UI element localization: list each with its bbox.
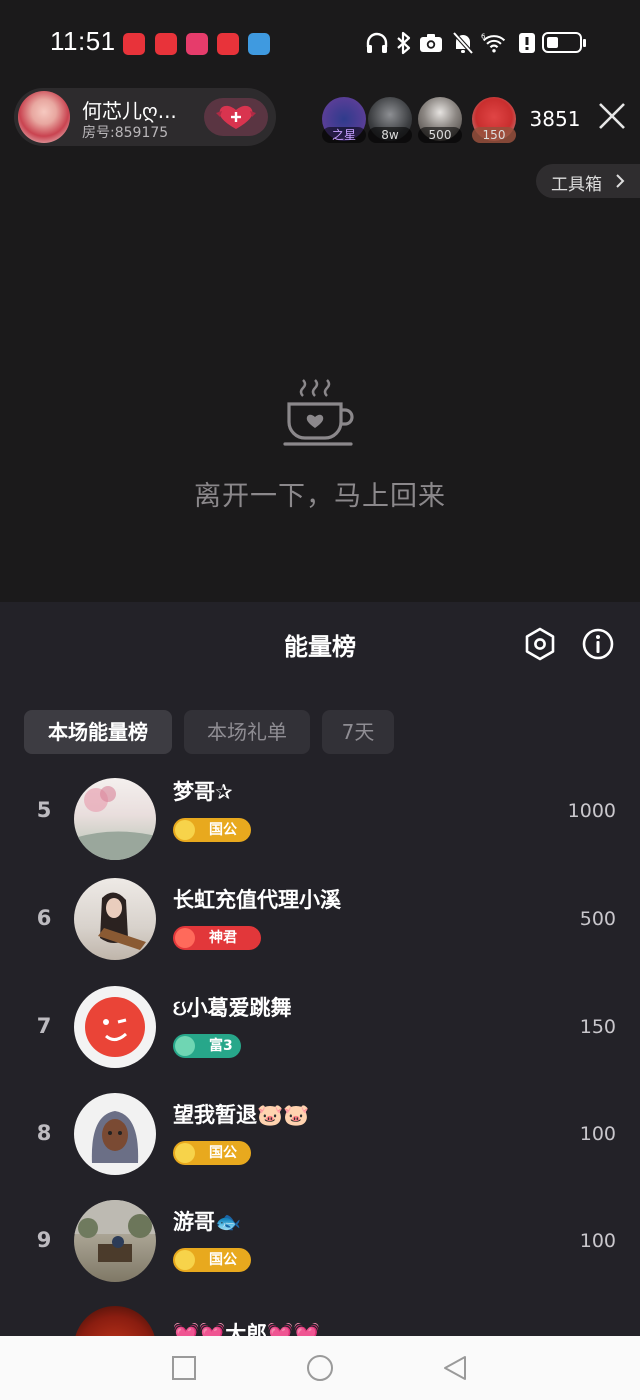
ranking-row[interactable]: 8 望我暂退🐷🐷 国公 100: [0, 1093, 640, 1193]
battery-icon: [542, 32, 586, 53]
rank-number: 5: [36, 798, 52, 822]
user-name: 梦哥✰: [173, 780, 233, 804]
host-avatar[interactable]: [18, 91, 70, 143]
viewer-count[interactable]: 3851: [524, 104, 586, 134]
tab-energy-ranking[interactable]: 本场能量榜: [24, 710, 172, 754]
ranking-row[interactable]: 💓💓大郎💓💓: [0, 1306, 640, 1336]
heart-plus-icon: [216, 105, 256, 129]
user-name: 长虹充值代理小溪: [173, 888, 341, 912]
back-icon[interactable]: [441, 1354, 469, 1382]
viewer-avatar[interactable]: 500: [418, 97, 462, 143]
user-name: 游哥🐟: [173, 1210, 242, 1234]
rank-number: 9: [36, 1228, 52, 1252]
ranking-row[interactable]: 7 ઇ小葛爱跳舞 富3 150: [0, 986, 640, 1086]
wealth-badge: 富3: [173, 1034, 241, 1058]
recent-apps-icon[interactable]: [170, 1354, 198, 1382]
info-icon[interactable]: [580, 626, 616, 662]
energy-score: 100: [579, 1230, 616, 1252]
browser-app-icon: [248, 33, 270, 55]
mute-bell-icon: [452, 31, 474, 55]
bluetooth-icon: [397, 31, 411, 55]
noble-badge: 神君: [173, 926, 261, 950]
user-avatar[interactable]: [74, 778, 156, 860]
wifi-icon: 6: [481, 33, 506, 53]
status-bar: 11:51 6: [0, 0, 640, 88]
huawei-app-icon: [155, 33, 177, 55]
toolbox-label: 工具箱: [551, 175, 602, 195]
viewer-avatar[interactable]: 150: [472, 97, 516, 143]
red-gem-icon: [175, 928, 195, 948]
app-notification-icon: [186, 33, 208, 55]
user-avatar[interactable]: [74, 1093, 156, 1175]
viewer-avatar[interactable]: 8w: [368, 97, 412, 143]
user-avatar[interactable]: [74, 1306, 156, 1336]
coffee-cup-icon: [283, 379, 354, 446]
clock: 11:51: [50, 26, 116, 56]
energy-ranking-sheet: 能量榜 本场能量榜 本场礼单 7天 5 梦哥✰ 国公 1000 6 长虹充值代理…: [0, 602, 640, 1336]
host-name: 何芯儿ღ...: [82, 99, 177, 123]
ranking-row[interactable]: 6 长虹充值代理小溪 神君 500: [0, 878, 640, 978]
headphones-icon: [366, 32, 388, 53]
tab-7-days[interactable]: 7天: [322, 710, 394, 754]
user-avatar[interactable]: [74, 1200, 156, 1282]
noble-badge: 国公: [173, 818, 251, 842]
close-icon[interactable]: [596, 100, 628, 132]
follow-button[interactable]: [204, 98, 268, 136]
toolbox-button[interactable]: 工具箱: [536, 164, 640, 198]
huawei-app-icon: [217, 33, 239, 55]
settings-icon[interactable]: [522, 626, 558, 662]
tab-gift-list[interactable]: 本场礼单: [184, 710, 310, 754]
camera-icon: [420, 34, 442, 52]
green-gem-icon: [175, 1036, 195, 1056]
host-info[interactable]: 何芯儿ღ... 房号:859175: [14, 88, 276, 146]
energy-score: 1000: [567, 800, 616, 822]
energy-score: 150: [579, 1016, 616, 1038]
system-nav-bar: [0, 1336, 640, 1400]
home-icon[interactable]: [306, 1354, 334, 1382]
gold-gem-icon: [175, 1250, 195, 1270]
ranking-row[interactable]: 5 梦哥✰ 国公 1000: [0, 770, 640, 870]
user-name: 💓💓大郎💓💓: [173, 1322, 320, 1336]
room-id: 房号:859175: [82, 125, 169, 141]
energy-score: 500: [579, 908, 616, 930]
user-avatar[interactable]: [74, 986, 156, 1068]
noble-badge: 国公: [173, 1248, 251, 1272]
rank-number: 7: [36, 1014, 52, 1038]
user-name: ઇ小葛爱跳舞: [173, 996, 292, 1020]
gold-gem-icon: [175, 1143, 195, 1163]
svg-text:6: 6: [481, 33, 485, 41]
user-name: 望我暂退🐷🐷: [173, 1103, 310, 1127]
huawei-app-icon: [123, 33, 145, 55]
chevron-right-icon: [616, 174, 625, 188]
gold-gem-icon: [175, 820, 195, 840]
ranking-row[interactable]: 9 游哥🐟 国公 100: [0, 1200, 640, 1300]
rank-number: 8: [36, 1121, 52, 1145]
user-avatar[interactable]: [74, 878, 156, 960]
rank-number: 6: [36, 906, 52, 930]
alert-icon: [519, 33, 535, 53]
away-message: 离开一下，马上回来: [194, 481, 446, 512]
viewer-avatar[interactable]: 之星: [322, 97, 366, 143]
noble-badge: 国公: [173, 1141, 251, 1165]
energy-score: 100: [579, 1123, 616, 1145]
